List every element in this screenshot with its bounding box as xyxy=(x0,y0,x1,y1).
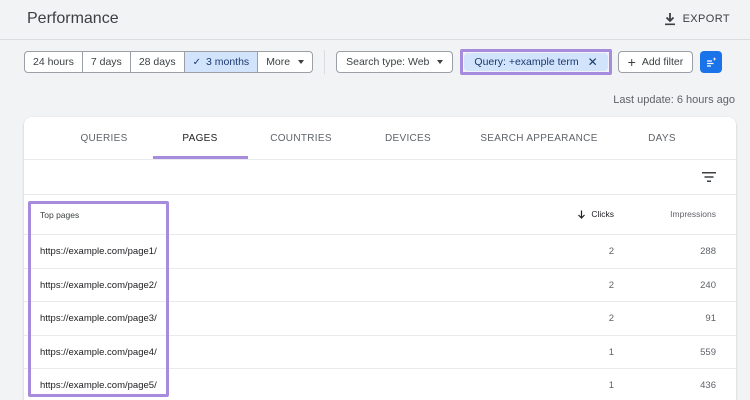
clicks-header-label: Clicks xyxy=(591,209,614,219)
page-url: https://example.com/page2/ xyxy=(40,279,157,291)
close-icon[interactable]: ✕ xyxy=(588,55,598,69)
caret-down-icon xyxy=(437,60,444,64)
impressions-value: 436 xyxy=(700,380,716,391)
column-header-top-pages: Top pages xyxy=(40,210,80,220)
sort-arrow-down-icon xyxy=(578,210,586,219)
check-icon: ✓ xyxy=(192,56,201,68)
column-header-impressions[interactable]: Impressions xyxy=(670,209,716,219)
page-url: https://example.com/page5/ xyxy=(40,380,157,391)
filter-bar: 24 hours 7 days 28 days ✓ 3 months More S… xyxy=(24,49,723,75)
tab-days[interactable]: DAYS xyxy=(648,117,676,160)
filter-settings-button[interactable] xyxy=(700,51,723,73)
page-header: Performance EXPORT xyxy=(0,0,750,40)
download-icon xyxy=(664,13,675,26)
clicks-value: 1 xyxy=(608,346,614,358)
date-range-label: 28 days xyxy=(138,56,176,68)
tab-queries[interactable]: QUERIES xyxy=(80,117,127,160)
date-range-7-days[interactable]: 7 days xyxy=(83,52,131,72)
impressions-value: 240 xyxy=(700,279,716,291)
caret-down-icon xyxy=(298,60,305,64)
table-row[interactable]: https://example.com/page4/ 1 559 xyxy=(24,336,736,369)
query-filter-highlight: Query: +example term ✕ xyxy=(460,49,612,75)
sparkle-filter-icon xyxy=(707,57,717,67)
plus-icon: + xyxy=(627,54,636,70)
tab-pages[interactable]: PAGES xyxy=(182,117,217,160)
clicks-value: 2 xyxy=(608,246,614,257)
tab-countries[interactable]: COUNTRIES xyxy=(270,117,332,160)
date-range-3-months[interactable]: ✓ 3 months xyxy=(184,52,259,72)
search-type-label: Search type: Web xyxy=(346,56,430,68)
table-row[interactable]: https://example.com/page5/ 1 436 xyxy=(24,369,736,400)
tab-devices[interactable]: DEVICES xyxy=(385,117,431,160)
page-url: https://example.com/page4/ xyxy=(40,346,157,358)
active-tab-indicator xyxy=(153,156,248,159)
search-type-dropdown[interactable]: Search type: Web xyxy=(336,51,454,73)
table-row[interactable]: https://example.com/page2/ 2 240 xyxy=(24,269,736,302)
clicks-value: 2 xyxy=(608,279,614,291)
table-row[interactable]: https://example.com/page1/ 2 288 xyxy=(24,235,736,269)
table-toolbar xyxy=(24,160,736,195)
query-filter-label: Query: +example term xyxy=(474,56,579,68)
add-filter-button[interactable]: + Add filter xyxy=(617,51,694,73)
date-range-28-days[interactable]: 28 days xyxy=(131,52,185,72)
last-update-text: Last update: 6 hours ago xyxy=(613,94,735,106)
add-filter-label: Add filter xyxy=(641,56,684,68)
column-header-clicks[interactable]: Clicks xyxy=(577,209,614,219)
tab-search-appearance[interactable]: SEARCH APPEARANCE xyxy=(480,117,597,160)
date-range-label: 7 days xyxy=(90,56,122,68)
query-filter-chip[interactable]: Query: +example term ✕ xyxy=(464,53,608,71)
date-range-more-dropdown[interactable]: More xyxy=(258,52,312,72)
page-url: https://example.com/page1/ xyxy=(40,246,157,257)
date-range-label: More xyxy=(266,56,291,68)
page-url: https://example.com/page3/ xyxy=(40,313,157,324)
export-label: EXPORT xyxy=(682,13,730,25)
table-row[interactable]: https://example.com/page3/ 2 91 xyxy=(24,302,736,336)
date-range-label: 3 months xyxy=(205,56,250,68)
date-range-selector: 24 hours 7 days 28 days ✓ 3 months More xyxy=(24,51,314,73)
impressions-value: 288 xyxy=(700,246,716,257)
filter-rows-icon[interactable] xyxy=(702,171,716,183)
clicks-value: 1 xyxy=(608,380,614,391)
divider xyxy=(324,50,326,74)
impressions-value: 559 xyxy=(700,346,716,358)
dimension-tabs: QUERIES PAGES COUNTRIES DEVICES SEARCH A… xyxy=(24,117,736,160)
export-button[interactable]: EXPORT xyxy=(663,10,730,28)
page-title: Performance xyxy=(27,10,119,27)
date-range-label: 24 hours xyxy=(33,56,74,68)
table-header: Top pages Clicks Impressions xyxy=(24,195,736,235)
date-range-24-hours[interactable]: 24 hours xyxy=(25,52,83,72)
impressions-value: 91 xyxy=(705,313,716,324)
report-card: QUERIES PAGES COUNTRIES DEVICES SEARCH A… xyxy=(24,117,736,400)
clicks-value: 2 xyxy=(608,313,614,324)
